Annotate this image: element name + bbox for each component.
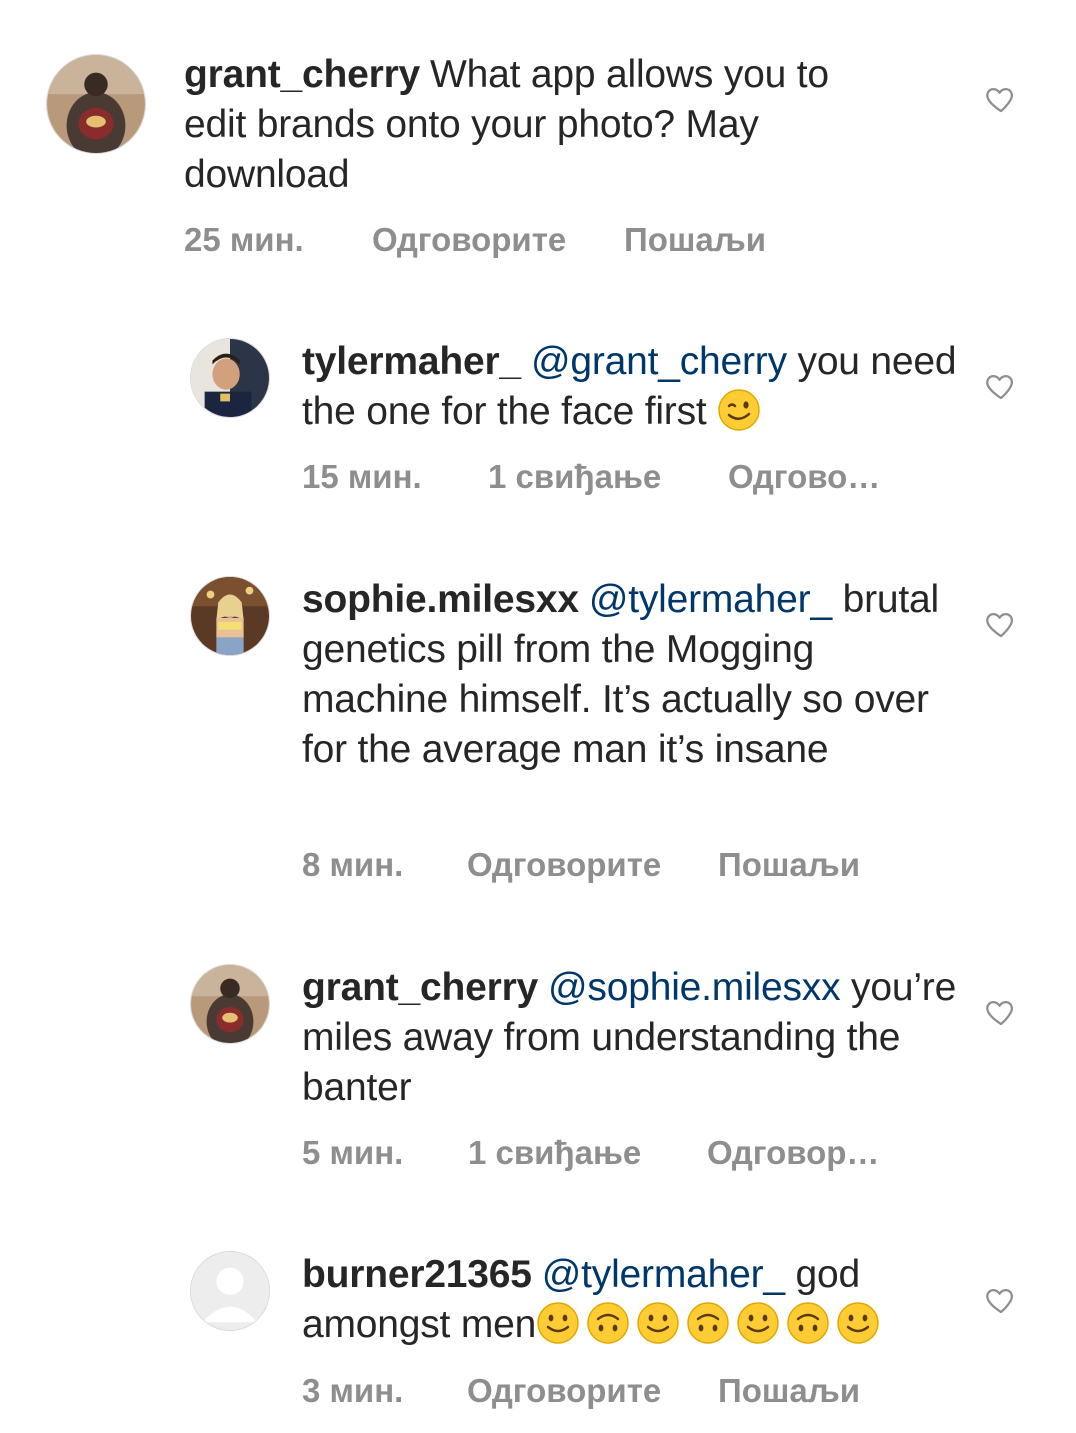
send-button[interactable]: Пошаљи xyxy=(718,1371,860,1411)
reply-button[interactable]: Одговорите xyxy=(467,1371,718,1411)
upside-down-face-emoji xyxy=(687,1302,729,1344)
comment-username[interactable]: sophie.milesxx xyxy=(302,578,579,621)
heart-outline-icon xyxy=(986,612,1013,638)
comment-time: 5 мин. xyxy=(302,1134,404,1171)
comment-username[interactable]: burner21365 xyxy=(302,1253,532,1296)
comment-text: tylermaher_ @grant_cherry you need the on… xyxy=(302,337,962,437)
reply-button[interactable]: Одговорите xyxy=(372,220,624,260)
comment-mention[interactable]: @tylermaher_ xyxy=(589,578,832,621)
smiling-face-emoji xyxy=(737,1302,779,1344)
comment-time: 15 мин. xyxy=(302,458,422,495)
comment-mention[interactable]: @grant_cherry xyxy=(531,340,787,383)
comment-mention[interactable]: @sophie.milesxx xyxy=(548,966,841,1009)
avatar[interactable] xyxy=(46,54,146,154)
comment-text: grant_cherry @sophie.milesxx you’re miles… xyxy=(302,963,962,1113)
comment-username[interactable]: grant_cherry xyxy=(302,966,538,1009)
comment-time: 3 мин. xyxy=(302,1372,404,1409)
comment-meta: 15 мин. 1 свиђање Одгово… xyxy=(302,457,880,497)
like-button[interactable] xyxy=(984,607,1018,641)
comment-username[interactable]: tylermaher_ xyxy=(302,340,521,383)
avatar[interactable] xyxy=(190,338,270,418)
heart-outline-icon xyxy=(986,1288,1013,1314)
comment-meta: 3 мин. Одговорите Пошаљи xyxy=(302,1371,860,1411)
comment-mention[interactable]: @tylermaher_ xyxy=(542,1253,785,1296)
avatar[interactable] xyxy=(190,1251,270,1331)
upside-down-face-emoji xyxy=(587,1302,629,1344)
heart-outline-icon xyxy=(986,1000,1013,1026)
comment-text: grant_cherry What app allows you to edit … xyxy=(184,50,884,200)
like-button[interactable] xyxy=(984,82,1018,116)
smiling-face-emoji xyxy=(537,1302,579,1344)
comment-text: sophie.milesxx @tylermaher_ brutal geneti… xyxy=(302,575,962,775)
like-button[interactable] xyxy=(984,1283,1018,1317)
winking-face-emoji xyxy=(718,389,760,431)
comment-text: burner21365 @tylermaher_ god amongst men xyxy=(302,1250,962,1350)
comment-time: 8 мин. xyxy=(302,846,404,883)
comment-meta: 5 мин. 1 свиђање Одговор… xyxy=(302,1133,879,1173)
reply-button[interactable]: Одговорите xyxy=(467,845,718,885)
like-button[interactable] xyxy=(984,995,1018,1029)
comment-time: 25 мин. xyxy=(184,221,304,258)
heart-outline-icon xyxy=(986,87,1013,113)
like-count[interactable]: 1 свиђање xyxy=(468,1133,707,1173)
send-button[interactable]: Пошаљи xyxy=(718,845,860,885)
smiling-face-emoji xyxy=(637,1302,679,1344)
comment-username[interactable]: grant_cherry xyxy=(184,53,420,96)
like-button[interactable] xyxy=(984,369,1018,403)
upside-down-face-emoji xyxy=(787,1302,829,1344)
comment-meta: 8 мин. Одговорите Пошаљи xyxy=(302,845,860,885)
like-count[interactable]: 1 свиђање xyxy=(488,457,728,497)
send-button[interactable]: Пошаљи xyxy=(624,220,766,260)
heart-outline-icon xyxy=(986,374,1013,400)
smiling-face-emoji xyxy=(837,1302,879,1344)
avatar[interactable] xyxy=(190,576,270,656)
emoji-row xyxy=(536,1302,886,1346)
avatar[interactable] xyxy=(190,964,270,1044)
comment-meta: 25 мин. Одговорите Пошаљи xyxy=(184,220,766,260)
default-avatar-icon xyxy=(191,1252,269,1330)
reply-button[interactable]: Одговор… xyxy=(707,1133,879,1173)
reply-button[interactable]: Одгово… xyxy=(728,457,880,497)
